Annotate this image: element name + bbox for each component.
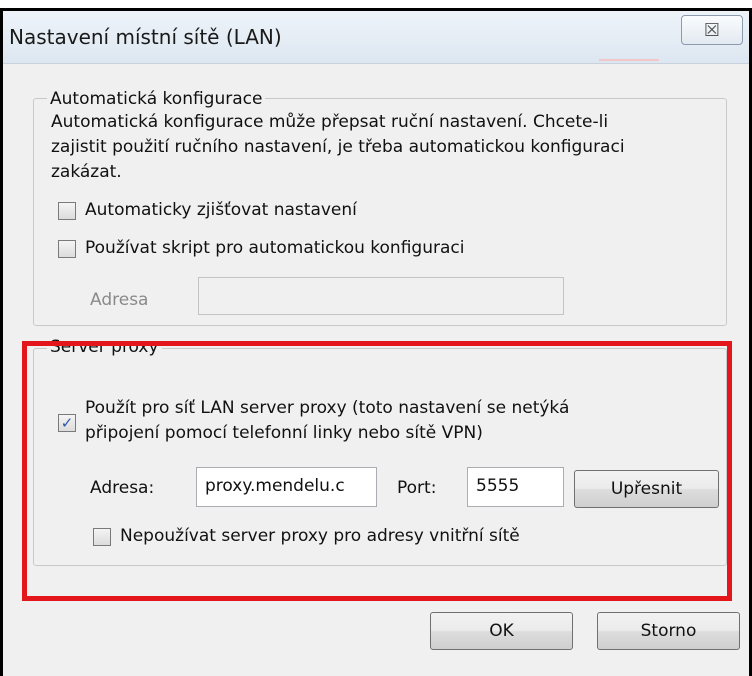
auto-detect-checkbox[interactable] [58, 202, 76, 220]
auto-config-description-line2: zajistit použití ručního nastavení, je t… [51, 137, 625, 157]
title-accent-line [599, 59, 659, 61]
auto-script-label[interactable]: Používat skript pro automatickou konfigu… [85, 236, 464, 261]
auto-config-description-line1: Automatická konfigurace může přepsat ruč… [51, 112, 609, 132]
proxy-address-label: Adresa: [90, 478, 155, 498]
proxy-legend: Server proxy [47, 337, 162, 357]
bypass-local-label[interactable]: Nepoužívat server proxy pro adresy vnitř… [120, 524, 520, 549]
screenshot-stage: Nastavení místní sítě (LAN) ☒ Automatick… [0, 0, 752, 676]
close-icon: ☒ [703, 19, 721, 41]
auto-config-description-line3: zakázat. [51, 162, 122, 182]
advanced-button[interactable]: Upřesnit [574, 470, 719, 508]
lan-settings-dialog: Nastavení místní sítě (LAN) ☒ Automatick… [3, 11, 749, 676]
use-proxy-checkbox[interactable]: ✓ [58, 414, 76, 432]
auto-script-address-label: Adresa [90, 290, 149, 310]
auto-script-checkbox[interactable] [58, 240, 76, 258]
auto-detect-label[interactable]: Automaticky zjišťovat nastavení [85, 198, 357, 223]
dialog-title: Nastavení místní sítě (LAN) [9, 25, 282, 49]
ok-button[interactable]: OK [430, 612, 573, 650]
use-proxy-label-line2[interactable]: připojení pomocí telefonní linky nebo sí… [85, 421, 483, 446]
proxy-port-label: Port: [397, 478, 437, 498]
title-bar: Nastavení místní sítě (LAN) ☒ [3, 11, 749, 64]
auto-config-legend: Automatická konfigurace [47, 89, 266, 109]
proxy-port-input[interactable]: 5555 [467, 467, 564, 507]
proxy-address-input[interactable]: proxy.mendelu.c [196, 467, 377, 507]
cancel-button[interactable]: Storno [597, 612, 740, 650]
checkmark-icon: ✓ [60, 413, 74, 432]
auto-script-address-input[interactable] [198, 277, 564, 315]
use-proxy-label-line1[interactable]: Použít pro síť LAN server proxy (toto na… [85, 396, 569, 421]
close-button[interactable]: ☒ [681, 15, 743, 45]
bypass-local-checkbox[interactable] [93, 528, 111, 546]
